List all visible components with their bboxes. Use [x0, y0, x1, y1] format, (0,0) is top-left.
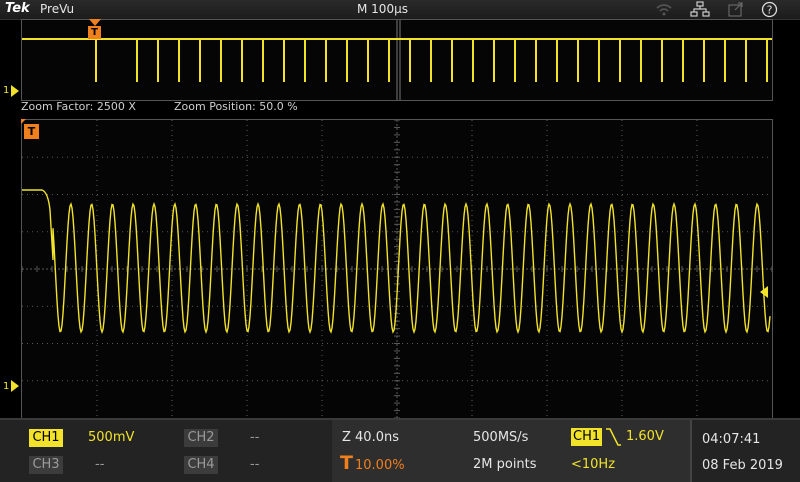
- timebase-readout[interactable]: M 100µs: [357, 2, 408, 16]
- record-length-readout[interactable]: 2M points: [473, 457, 537, 472]
- ch1-trace: [22, 189, 771, 335]
- trigger-position-readout[interactable]: 10.00%: [355, 458, 405, 473]
- ch2-button[interactable]: CH2: [184, 429, 218, 447]
- top-status-bar: Tek PreVu M 100µs ?: [0, 0, 800, 20]
- brand-logo: Tek: [5, 1, 30, 16]
- overview-channel-number: 1: [3, 85, 10, 96]
- clock-date: 08 Feb 2019: [702, 458, 783, 473]
- ch4-scale: --: [250, 457, 260, 472]
- trigger-level-marker[interactable]: [760, 286, 768, 298]
- divider: [690, 420, 692, 482]
- acquisition-panel[interactable]: Z 40.0ns T 10.00% 500MS/s 2M points CH1 …: [332, 420, 690, 482]
- overview-waveform-window[interactable]: [21, 19, 773, 101]
- zoom-waveform-graticule: [21, 119, 773, 419]
- svg-text:?: ?: [767, 4, 773, 17]
- trigger-position-icon: T: [340, 452, 353, 474]
- help-icon[interactable]: ?: [760, 0, 779, 19]
- ch3-scale: --: [95, 457, 105, 472]
- main-channel-number: 1: [3, 381, 10, 392]
- ch1-scale[interactable]: 500mV: [88, 430, 134, 445]
- overview-trigger-marker[interactable]: T: [88, 26, 101, 39]
- bottom-settings-bar: CH1 500mV CH2 -- CH3 -- CH4 -- Z 40.0ns …: [0, 418, 800, 482]
- zoom-waveform-window[interactable]: [21, 119, 773, 419]
- zoom-position-label: Zoom Position: 50.0 %: [174, 100, 298, 113]
- sample-rate-readout[interactable]: 500MS/s: [473, 430, 528, 445]
- overview-trigger-arrow: [89, 19, 101, 26]
- acquisition-mode-label: PreVu: [40, 2, 75, 16]
- ch3-button[interactable]: CH3: [29, 456, 63, 474]
- wifi-icon[interactable]: [654, 0, 674, 19]
- overview-channel-marker[interactable]: [11, 85, 19, 97]
- ch2-scale: --: [250, 430, 260, 445]
- overview-waveform: [22, 20, 772, 100]
- export-icon[interactable]: [726, 0, 746, 19]
- trigger-level-readout[interactable]: 1.60V: [626, 429, 664, 444]
- network-icon[interactable]: [690, 0, 710, 19]
- main-trigger-marker[interactable]: T: [24, 124, 39, 139]
- ch4-button[interactable]: CH4: [184, 456, 218, 474]
- trigger-source-badge[interactable]: CH1: [571, 428, 603, 446]
- trigger-frequency-readout: <10Hz: [571, 457, 616, 472]
- zoom-factor-label: Zoom Factor: 2500 X: [21, 100, 136, 113]
- main-channel-marker[interactable]: [11, 380, 19, 392]
- falling-edge-icon: [606, 428, 621, 446]
- ch1-button[interactable]: CH1: [29, 429, 63, 447]
- clock-time: 04:07:41: [702, 432, 761, 447]
- zoom-scale-readout[interactable]: Z 40.0ns: [342, 430, 399, 445]
